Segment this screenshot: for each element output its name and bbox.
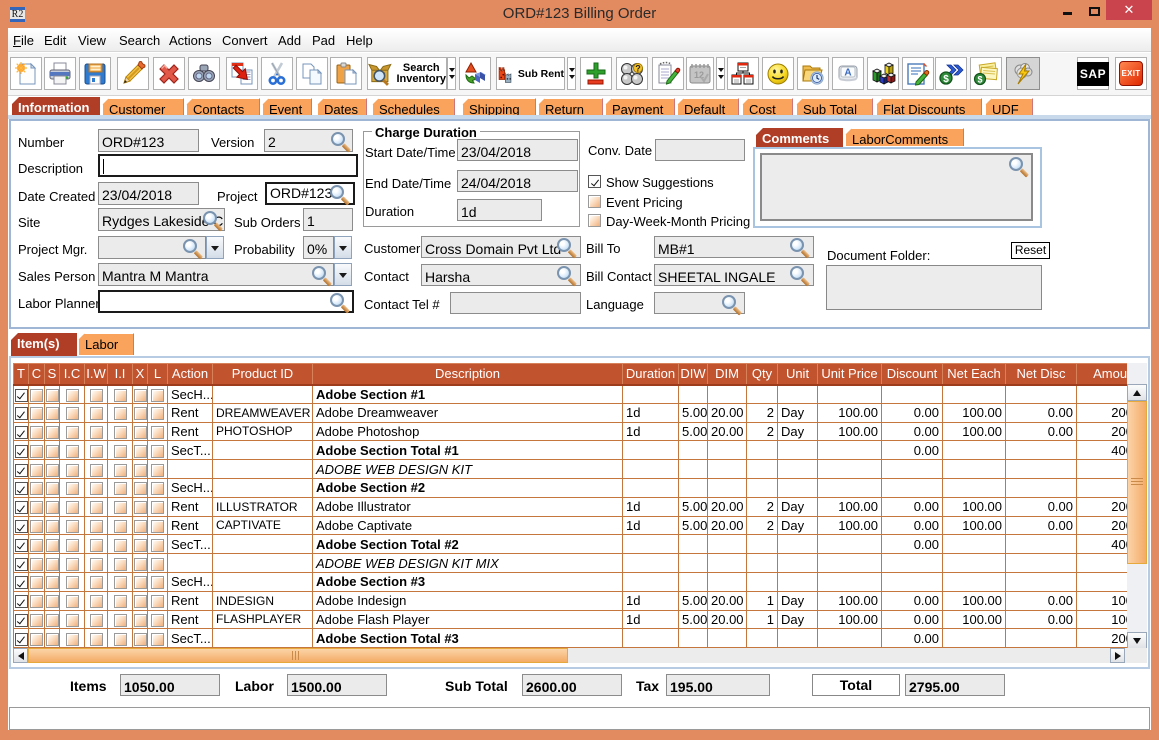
svg-text:$: $ xyxy=(977,74,982,84)
svg-text:?: ? xyxy=(635,63,641,73)
svg-text:$: $ xyxy=(943,74,949,85)
svg-text:A: A xyxy=(844,67,851,78)
